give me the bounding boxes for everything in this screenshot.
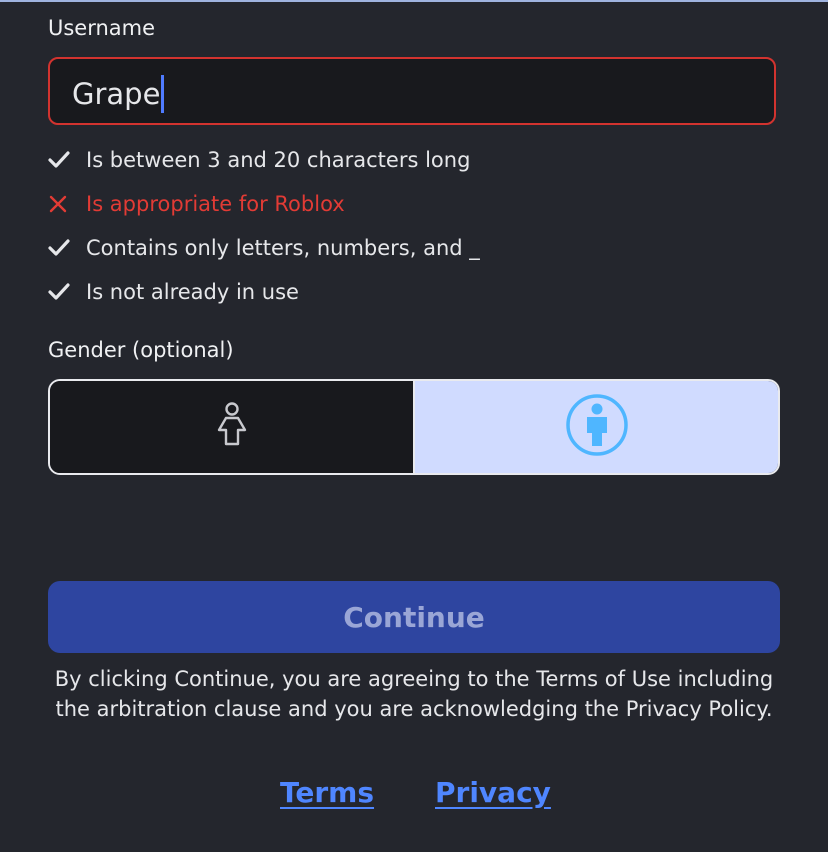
legal-text: By clicking Continue, you are agreeing t… [54, 667, 774, 721]
username-label: Username [48, 16, 156, 40]
gender-male-button[interactable] [415, 381, 778, 473]
rule-length: Is between 3 and 20 characters long [48, 138, 788, 182]
text-caret [161, 75, 165, 113]
username-value[interactable]: Grape [72, 74, 165, 114]
username-text: Grape [72, 77, 161, 111]
male-icon [565, 393, 629, 461]
rule-text: Is not already in use [86, 280, 299, 304]
gender-toggle [48, 379, 780, 475]
rule-text: Is appropriate for Roblox [86, 192, 345, 216]
gender-female-button[interactable] [50, 381, 415, 473]
username-rules: Is between 3 and 20 characters long Is a… [48, 138, 788, 314]
rule-characters: Contains only letters, numbers, and _ [48, 226, 788, 270]
female-icon [214, 401, 250, 453]
rule-appropriate: Is appropriate for Roblox [48, 182, 788, 226]
check-icon [48, 151, 86, 169]
username-input[interactable]: Grape [48, 57, 776, 125]
check-icon [48, 239, 86, 257]
rule-text: Contains only letters, numbers, and _ [86, 236, 480, 260]
continue-button[interactable]: Continue [48, 581, 780, 653]
gender-label: Gender (optional) [48, 338, 234, 362]
rule-text: Is between 3 and 20 characters long [86, 148, 471, 172]
check-icon [48, 283, 86, 301]
top-divider [0, 0, 828, 2]
cross-icon [48, 194, 86, 214]
rule-availability: Is not already in use [48, 270, 788, 314]
terms-link[interactable]: Terms [280, 776, 374, 809]
privacy-link[interactable]: Privacy [435, 776, 551, 809]
